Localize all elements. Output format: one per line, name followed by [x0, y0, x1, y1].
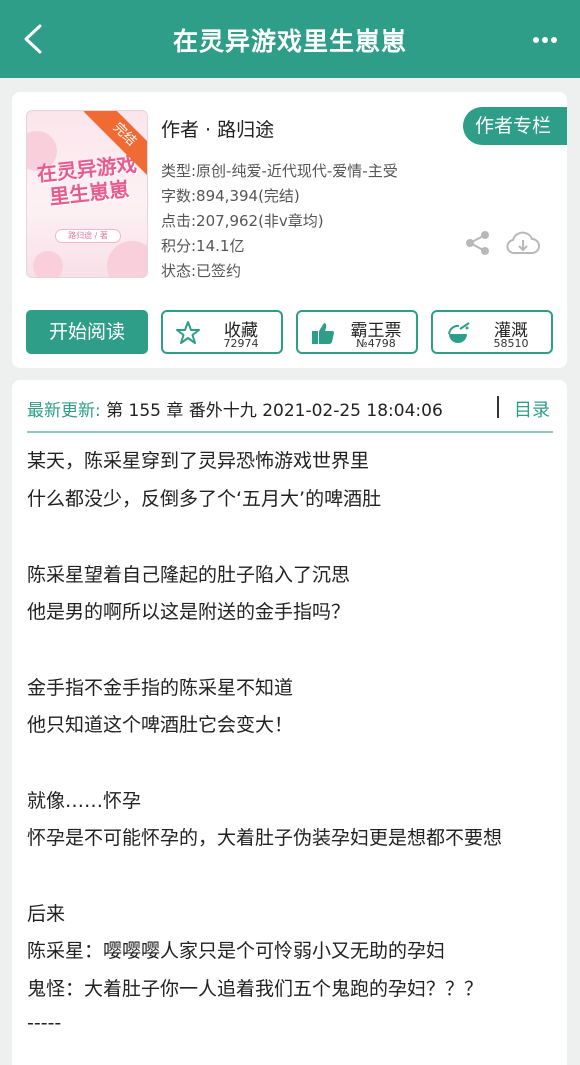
- star-icon: [176, 321, 200, 344]
- share-icon[interactable]: [464, 229, 492, 257]
- download-cloud-icon[interactable]: [506, 229, 540, 257]
- summary-line: 某天，陈采星穿到了灵异恐怖游戏世界里: [27, 450, 370, 472]
- summary-line: 什么都没少，反倒多了个‘五月大’的啤酒肚: [27, 488, 382, 510]
- author-name[interactable]: 作者 · 路归途: [161, 115, 274, 142]
- thumbs-up-icon: [312, 323, 334, 344]
- latest-update-label: 最新更新:: [27, 401, 101, 421]
- summary-line: 他只知道这个啤酒肚它会变大！: [27, 714, 294, 736]
- summary-line: 怀孕是不可能怀孕的，大着肚子伪装孕妇更是想都不要想: [27, 827, 503, 849]
- more-dots-icon[interactable]: [532, 36, 558, 44]
- latest-update-value: 第 155 章 番外十九 2021-02-25 18:04:06: [106, 401, 443, 421]
- cover-decoration: [107, 241, 147, 277]
- sign-status: 状态:已签约: [161, 262, 242, 280]
- summary-line: 后来: [27, 903, 66, 925]
- divider: [497, 396, 499, 418]
- summary-line: 就像……怀孕: [27, 790, 142, 812]
- favorite-count: 72974: [223, 337, 259, 350]
- toc-link[interactable]: 目录: [514, 396, 550, 422]
- book-type: 类型:原创-纯爱-近代现代-爱情-主受: [161, 162, 398, 180]
- nutrient-button[interactable]: 灌溉 58510: [431, 310, 553, 354]
- summary-line: 陈采星：嘤嘤嘤人家只是个可怜弱小又无助的孕妇: [27, 940, 446, 962]
- divider-line: [27, 431, 553, 433]
- author-column-button[interactable]: 作者专栏: [463, 107, 567, 145]
- cover-author: 路归途 / 著: [55, 229, 121, 243]
- click-count: 点击:207,962(非v章均): [161, 212, 324, 230]
- page-title: 在灵异游戏里生崽崽: [172, 27, 407, 56]
- bawang-ticket-button[interactable]: 霸王票 №4798: [296, 310, 418, 354]
- summary-line: 金手指不金手指的陈采星不知道: [27, 677, 294, 699]
- cover-decoration: [33, 251, 63, 277]
- score: 积分:14.1亿: [161, 237, 245, 255]
- bawang-rank: №4798: [356, 337, 396, 350]
- summary-line: 他是男的啊所以这是附送的金手指吗？: [27, 601, 351, 623]
- summary-line: 陈采星望着自己隆起的肚子陷入了沉思: [27, 564, 351, 586]
- latest-update[interactable]: 最新更新: 第 155 章 番外十九 2021-02-25 18:04:06: [27, 396, 443, 421]
- summary-line: -----: [27, 1012, 62, 1034]
- start-reading-button[interactable]: 开始阅读: [26, 310, 148, 354]
- summary-line: 鬼怪：大着肚子你一人追着我们五个鬼跑的孕妇？？？: [27, 978, 484, 1000]
- top-bar: 在灵异游戏里生崽崽: [0, 0, 580, 78]
- book-cover[interactable]: 在灵异游戏里生崽崽 路归途 / 著 完结: [26, 110, 148, 278]
- watering-icon: [448, 322, 470, 343]
- word-count: 字数:894,394(完结): [161, 187, 300, 205]
- nutrient-count: 58510: [493, 337, 529, 350]
- favorite-button[interactable]: 收藏 72974: [161, 310, 283, 354]
